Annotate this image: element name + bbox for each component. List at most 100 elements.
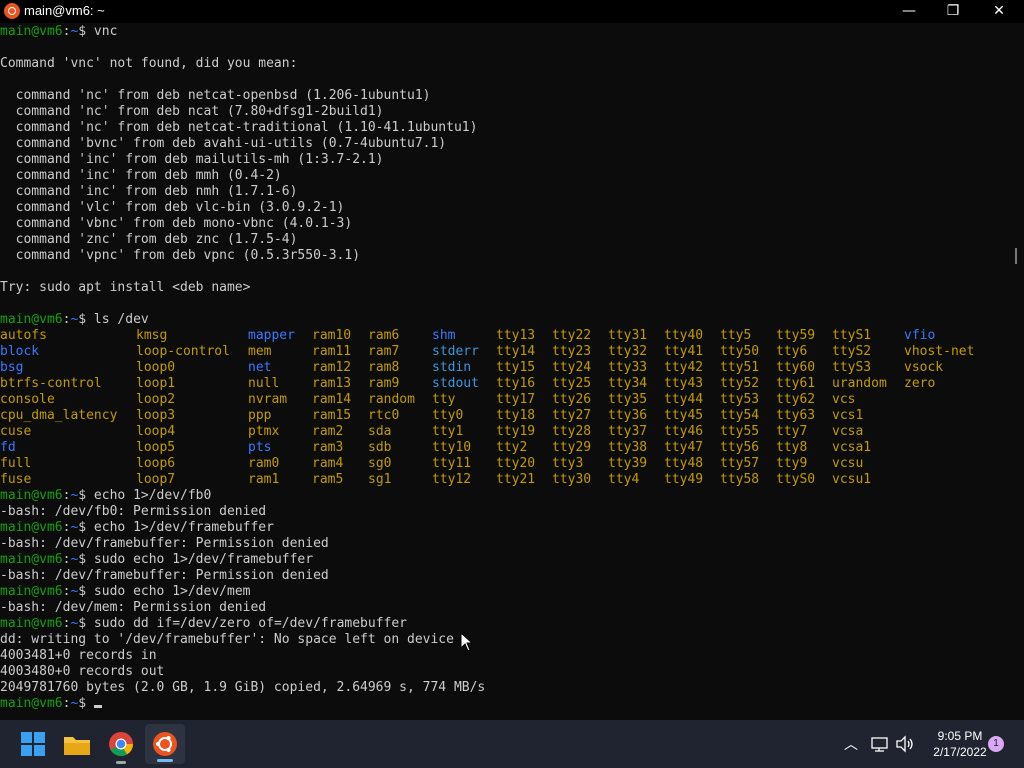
ls-entry: nvram — [248, 392, 288, 407]
command-text: echo 1>/dev/fb0 — [86, 488, 212, 503]
volume-icon[interactable] — [895, 734, 915, 754]
ls-entry: zero — [904, 376, 936, 391]
ls-entry: tty18 — [496, 408, 536, 423]
ls-entry: ptmx — [248, 424, 280, 439]
prompt-line: main@vm6:~$ sudo echo 1>/dev/mem — [0, 584, 1012, 600]
ls-entry: tty53 — [720, 392, 760, 407]
ls-entry: ram4 — [312, 456, 344, 471]
ls-entry: sg0 — [368, 456, 392, 471]
show-hidden-icons-chevron-icon[interactable]: ︿ — [844, 734, 858, 754]
suggestion-line: command 'vlc' from deb vlc-bin (3.0.9.2-… — [0, 200, 345, 215]
ls-entry: tty60 — [776, 360, 816, 375]
app-running-indicator — [116, 761, 126, 764]
ls-entry: tty16 — [496, 376, 536, 391]
prompt-sign: $ — [78, 584, 87, 599]
prompt-sign: $ — [78, 488, 87, 503]
ls-entry: tty59 — [776, 328, 816, 343]
notification-badge[interactable]: 1 — [988, 736, 1004, 752]
ls-entry: tty48 — [664, 456, 704, 471]
ls-entry: tty — [432, 392, 456, 407]
ls-entry: tty12 — [432, 472, 472, 487]
ls-entry: ttyS0 — [776, 472, 816, 487]
suggestion-line: command 'nc' from deb netcat-openbsd (1.… — [0, 88, 431, 103]
suggestion-line: command 'inc' from deb mmh (0.4-2) — [0, 168, 282, 183]
ls-entry: ram9 — [368, 376, 400, 391]
ls-entry: vcsa — [832, 424, 864, 439]
file-explorer-button[interactable] — [61, 728, 93, 760]
dd-output-line: 2049781760 bytes (2.0 GB, 1.9 GiB) copie… — [0, 680, 486, 695]
ls-entry: tty44 — [664, 392, 704, 407]
ls-entry: vcs — [832, 392, 856, 407]
taskbar: ︿ — [0, 720, 1024, 768]
dd-output-line: 4003481+0 records in — [0, 648, 157, 663]
error-line: -bash: /dev/framebuffer: Permission deni… — [0, 536, 329, 551]
ls-entry: tty13 — [496, 328, 536, 343]
ls-entry: tty38 — [608, 440, 648, 455]
prompt-sign: $ — [78, 520, 87, 535]
ls-entry: tty34 — [608, 376, 648, 391]
ls-entry: loop7 — [136, 472, 176, 487]
ls-entry: stderr — [432, 344, 479, 359]
ls-entry: tty4 — [608, 472, 640, 487]
ls-entry: tty32 — [608, 344, 648, 359]
ls-entry: ttyS3 — [832, 360, 872, 375]
suggestion-line: command 'inc' from deb nmh (1.7.1-6) — [0, 184, 298, 199]
close-button[interactable]: ✕ — [976, 0, 1022, 23]
prompt-sign: $ — [78, 616, 87, 631]
chrome-button[interactable] — [105, 728, 137, 764]
ls-entry: loop1 — [136, 376, 176, 391]
command-text: sudo echo 1>/dev/mem — [86, 584, 251, 599]
error-line: -bash: /dev/mem: Permission denied — [0, 600, 267, 615]
ls-entry: full — [0, 456, 32, 471]
ls-entry: tty30 — [552, 472, 592, 487]
ls-entry: tty57 — [720, 456, 760, 471]
ls-entry: urandom — [832, 376, 887, 391]
maximize-button[interactable]: ❐ — [930, 0, 976, 23]
ls-row: autofs kmsg mapper ram10 ram6 shm tty13 tty22 tt… — [0, 328, 1012, 344]
title-bar: main@vm6: ~ — ❐ ✕ — [0, 0, 1024, 23]
ls-entry: mapper — [248, 328, 295, 343]
ls-entry: tty11 — [432, 456, 472, 471]
ls-entry: tty31 — [608, 328, 648, 343]
ls-entry: sg1 — [368, 472, 392, 487]
ls-entry: tty36 — [608, 408, 648, 423]
start-button[interactable] — [17, 728, 49, 760]
ls-entry: ram2 — [312, 424, 344, 439]
ls-entry: tty26 — [552, 392, 592, 407]
ls-entry: vcsu — [832, 456, 864, 471]
ls-entry: pts — [248, 440, 272, 455]
ls-entry: tty37 — [608, 424, 648, 439]
text-cursor — [93, 705, 102, 708]
ls-entry: loop4 — [136, 424, 176, 439]
prompt-line: main@vm6:~$ — [0, 696, 1012, 712]
ls-entry: ram7 — [368, 344, 400, 359]
network-icon[interactable] — [870, 734, 890, 754]
scrollbar-thumb[interactable] — [1015, 248, 1017, 264]
ls-entry: ram13 — [312, 376, 352, 391]
ls-entry: random — [368, 392, 415, 407]
terminal-taskbar-button[interactable] — [145, 724, 185, 764]
ls-entry: cpu_dma_latency — [0, 408, 118, 423]
ls-entry: sda — [368, 424, 392, 439]
ls-entry: loop5 — [136, 440, 176, 455]
ls-entry: tty17 — [496, 392, 536, 407]
ls-entry: vsock — [904, 360, 944, 375]
ls-row: cuse loop4 ptmx ram2 sda tty1 tty19 tty28 tty37 t… — [0, 424, 1012, 440]
window-title: main@vm6: ~ — [24, 3, 105, 18]
terminal-output[interactable]: main@vm6:~$ vnc Command 'vnc' not found, … — [0, 24, 1012, 720]
ls-row: fd loop5 pts ram3 sdb tty10 tty2 tty29 tty38 tty4… — [0, 440, 1012, 456]
ls-entry: ram10 — [312, 328, 352, 343]
ls-entry: tty33 — [608, 360, 648, 375]
ls-entry: tty8 — [776, 440, 808, 455]
ls-entry: vhost-net — [904, 344, 975, 359]
ls-entry: tty41 — [664, 344, 704, 359]
minimize-button[interactable]: — — [886, 0, 932, 23]
folder-icon — [64, 737, 90, 755]
ls-row: cpu_dma_latency loop3 ppp ram15 rtc0 tty0 tty1… — [0, 408, 1012, 424]
ls-entry: ram5 — [312, 472, 344, 487]
ls-entry: tty14 — [496, 344, 536, 359]
ls-entry: tty0 — [432, 408, 464, 423]
ls-entry: cuse — [0, 424, 32, 439]
